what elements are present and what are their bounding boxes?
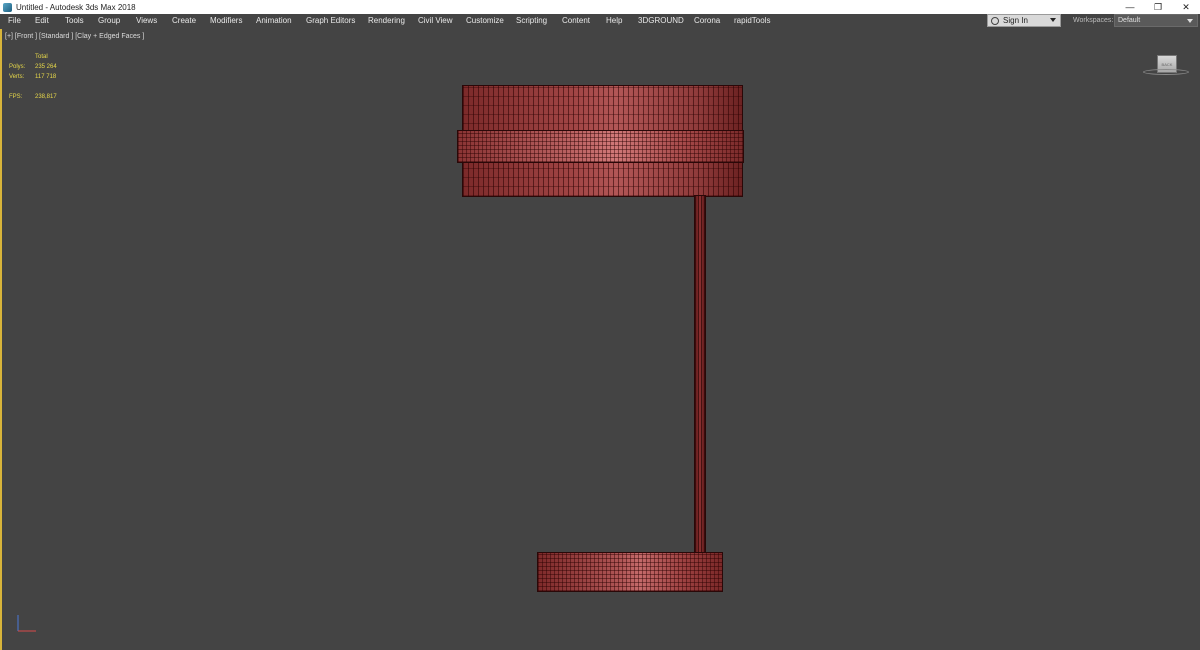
minimize-button[interactable]: — [1116,0,1144,14]
verts-label: Verts: [9,74,25,80]
polys-value: 235 264 [35,64,57,70]
lamp-stem-mesh[interactable] [694,195,706,555]
menu-edit[interactable]: Edit [35,16,49,25]
window-title-bar: Untitled - Autodesk 3ds Max 2018 — ❐ ✕ [0,0,1200,14]
menu-civil-view[interactable]: Civil View [418,16,453,25]
axis-gizmo-icon [17,615,36,632]
lamp-shade-band-mesh[interactable] [457,130,744,163]
fps-label: FPS: [9,94,23,100]
menu-tools[interactable]: Tools [65,16,84,25]
window-controls: — ❐ ✕ [1116,0,1200,14]
menu-customize[interactable]: Customize [466,16,504,25]
menu-modifiers[interactable]: Modifiers [210,16,242,25]
sign-in-dropdown[interactable]: Sign In [987,14,1061,27]
menu-help[interactable]: Help [606,16,622,25]
sign-in-label: Sign In [1003,16,1028,25]
menu-views[interactable]: Views [136,16,157,25]
stats-header: Total [35,54,48,60]
chevron-down-icon [1050,18,1056,22]
workspace-select[interactable]: Default [1114,14,1198,27]
close-button[interactable]: ✕ [1172,0,1200,14]
menu-animation[interactable]: Animation [256,16,292,25]
lamp-base-mesh[interactable] [537,552,723,592]
viewcube-compass-ring[interactable] [1143,69,1189,75]
menu-content[interactable]: Content [562,16,590,25]
viewcube[interactable]: BACK [1142,51,1190,81]
menu-rapidtools[interactable]: rapidTools [734,16,770,25]
menu-3dground[interactable]: 3DGROUND [638,16,684,25]
viewport-label[interactable]: [+] [Front ] [Standard ] [Clay + Edged F… [5,33,144,40]
menu-create[interactable]: Create [172,16,196,25]
menu-rendering[interactable]: Rendering [368,16,405,25]
user-icon [991,16,999,25]
menu-graph-editors[interactable]: Graph Editors [306,16,355,25]
menu-file[interactable]: File [8,16,21,25]
restore-button[interactable]: ❐ [1144,0,1172,14]
workspaces-label: Workspaces: [1073,17,1114,24]
front-viewport[interactable]: [+] [Front ] [Standard ] [Clay + Edged F… [0,29,1200,650]
app-icon [3,2,12,12]
fps-value: 238,817 [35,94,57,100]
chevron-down-icon [1187,19,1193,23]
workspace-value: Default [1118,17,1141,24]
polys-label: Polys: [9,64,26,70]
window-title: Untitled - Autodesk 3ds Max 2018 [16,2,136,12]
menu-corona[interactable]: Corona [694,16,720,25]
verts-value: 117 718 [35,74,57,80]
menu-group[interactable]: Group [98,16,120,25]
menu-scripting[interactable]: Scripting [516,16,547,25]
